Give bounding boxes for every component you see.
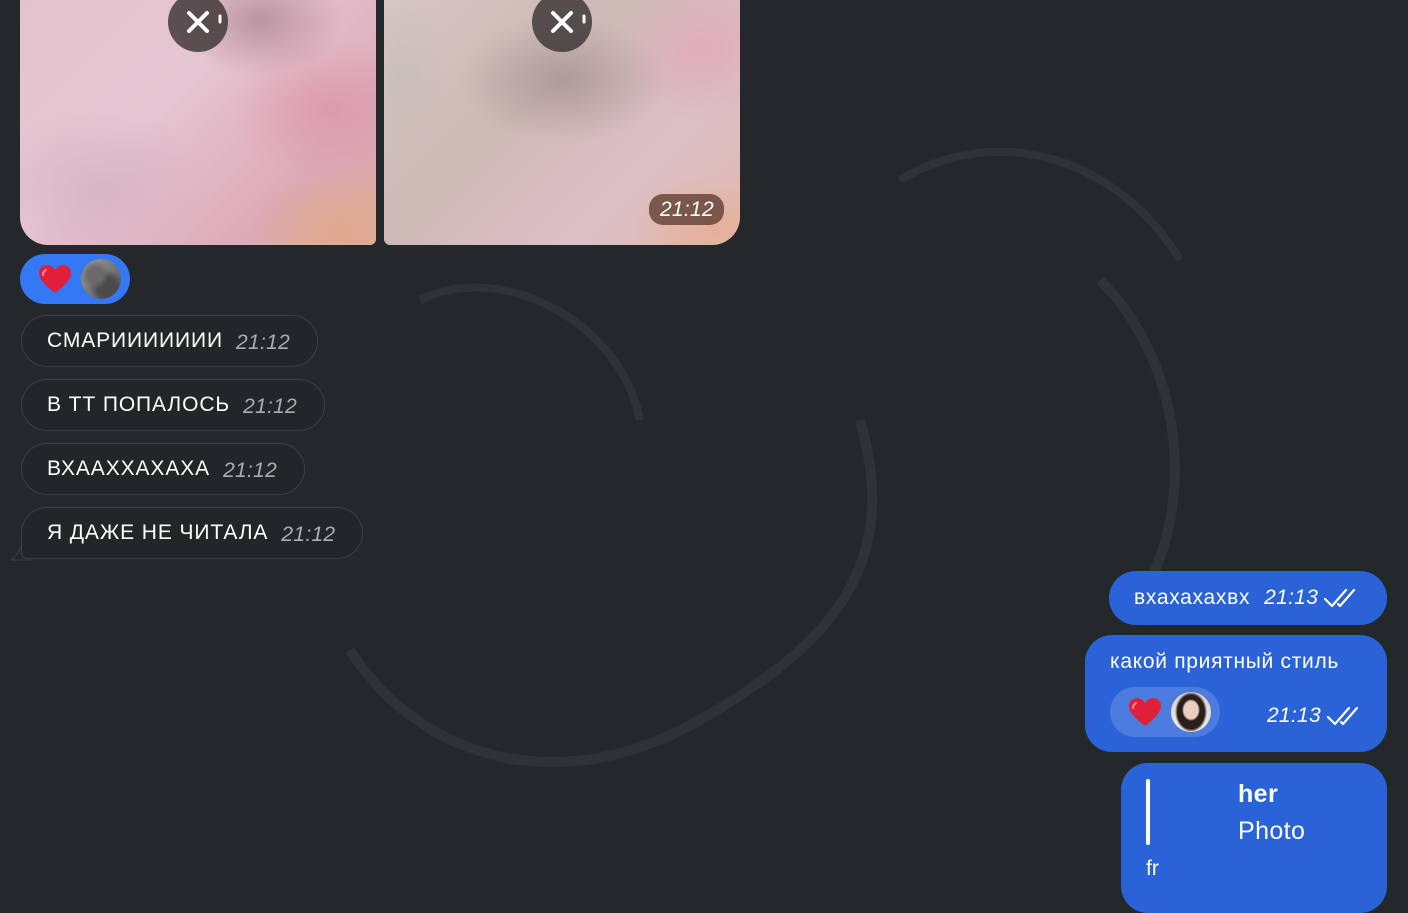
outgoing-message[interactable]: какой приятный стиль 21:13 [1085,635,1387,752]
message-time: 21:12 [236,330,291,354]
avatar [81,259,121,299]
avatar [1171,692,1211,732]
message-time: 21:12 [648,194,724,225]
incoming-message[interactable]: СМАРИИИИИИИ 21:12 [21,315,319,367]
reply-snippet[interactable]: Photo [1238,817,1305,846]
message-text: fr [1146,857,1159,880]
cancel-download-button[interactable] [168,0,228,52]
incoming-message[interactable]: В ТТ ПОПАЛОСЬ 21:12 [21,379,326,431]
reaction-heart[interactable] [20,254,130,304]
message-time: 21:13 [1264,586,1319,609]
close-icon [187,11,222,33]
reply-quote-bar [1146,779,1150,845]
cancel-download-button[interactable] [532,0,592,52]
outgoing-reply-message[interactable]: her Photo fr [1121,763,1387,913]
message-time: 21:12 [243,394,298,418]
close-icon [551,11,586,33]
heart-icon [39,265,71,293]
message-time: 21:12 [223,458,278,482]
heart-icon [1129,698,1161,726]
message-text: В ТТ ПОПАЛОСЬ [47,393,231,416]
media-photo-1[interactable] [20,0,376,245]
message-text: какой приятный стиль [1110,650,1340,673]
media-photo-2[interactable]: 21:12 [384,0,740,245]
message-text: вхахахахвх [1134,586,1251,609]
message-time: 21:13 [1266,704,1321,727]
double-check-icon [1324,588,1356,608]
outgoing-message[interactable]: вхахахахвх 21:13 [1109,571,1387,625]
incoming-message[interactable]: Я ДАЖЕ НЕ ЧИТАЛА 21:12 [21,507,364,559]
message-text: ВХААХХАХАХА [47,457,211,480]
message-text: Я ДАЖЕ НЕ ЧИТАЛА [47,521,269,544]
message-time: 21:12 [281,522,336,546]
double-check-icon [1327,706,1359,726]
incoming-message[interactable]: ВХААХХАХАХА 21:12 [21,443,306,495]
reaction-heart[interactable] [1110,687,1220,737]
message-text: СМАРИИИИИИИ [47,329,223,352]
reply-author[interactable]: her [1238,780,1278,809]
